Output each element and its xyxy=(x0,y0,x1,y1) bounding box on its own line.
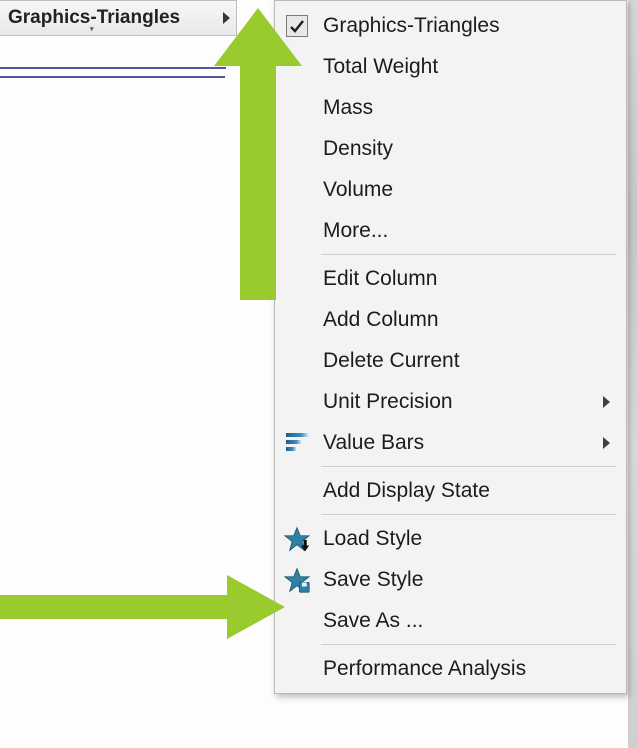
menu-item-label: Performance Analysis xyxy=(317,657,610,681)
menu-item-label: Delete Current xyxy=(317,349,610,373)
menu-item-add-display-state[interactable]: Add Display State xyxy=(277,470,624,511)
submenu-arrow-icon xyxy=(223,12,230,24)
menu-item-label: More... xyxy=(317,219,610,243)
column-header-label: Graphics-Triangles xyxy=(8,7,180,29)
save-style-icon xyxy=(284,567,310,593)
header-rule xyxy=(0,76,225,78)
menu-item-total-weight[interactable]: Total Weight xyxy=(277,46,624,87)
menu-item-load-style[interactable]: Load Style xyxy=(277,518,624,559)
menu-separator xyxy=(321,644,616,645)
menu-item-edit-column[interactable]: Edit Column xyxy=(277,258,624,299)
submenu-arrow-icon xyxy=(603,437,610,449)
menu-item-unit-precision[interactable]: Unit Precision xyxy=(277,381,624,422)
menu-item-label: Add Column xyxy=(317,308,610,332)
menu-item-volume[interactable]: Volume xyxy=(277,169,624,210)
menu-item-save-style[interactable]: Save Style xyxy=(277,559,624,600)
menu-separator xyxy=(321,514,616,515)
checked-icon xyxy=(286,15,308,37)
menu-separator xyxy=(321,254,616,255)
menu-separator xyxy=(321,466,616,467)
menu-item-label: Total Weight xyxy=(317,55,610,79)
menu-item-label: Add Display State xyxy=(317,479,610,503)
menu-item-delete-current[interactable]: Delete Current xyxy=(277,340,624,381)
context-menu: Graphics-Triangles Total Weight Mass Densit… xyxy=(274,0,627,694)
menu-item-label: Save Style xyxy=(317,568,610,592)
menu-item-density[interactable]: Density xyxy=(277,128,624,169)
load-style-icon xyxy=(284,526,310,552)
menu-item-label: Value Bars xyxy=(317,431,603,455)
header-rule xyxy=(0,67,226,69)
value-bars-icon xyxy=(286,433,308,453)
annotation-arrow-right xyxy=(0,575,285,639)
menu-item-mass[interactable]: Mass xyxy=(277,87,624,128)
menu-item-label: Save As ... xyxy=(317,609,610,633)
menu-item-performance-analysis[interactable]: Performance Analysis xyxy=(277,648,624,689)
menu-item-label: Density xyxy=(317,137,610,161)
window-edge xyxy=(628,0,637,748)
column-header[interactable]: Graphics-Triangles ▾ xyxy=(0,0,237,36)
dropdown-indicator-icon: ▾ xyxy=(90,25,94,33)
menu-item-more[interactable]: More... xyxy=(277,210,624,251)
menu-item-add-column[interactable]: Add Column xyxy=(277,299,624,340)
submenu-arrow-icon xyxy=(603,396,610,408)
menu-item-label: Unit Precision xyxy=(317,390,603,414)
menu-item-save-as[interactable]: Save As ... xyxy=(277,600,624,641)
menu-item-label: Mass xyxy=(317,96,610,120)
menu-item-label: Edit Column xyxy=(317,267,610,291)
menu-item-graphics-triangles[interactable]: Graphics-Triangles xyxy=(277,5,624,46)
menu-item-label: Volume xyxy=(317,178,610,202)
menu-item-value-bars[interactable]: Value Bars xyxy=(277,422,624,463)
menu-item-label: Graphics-Triangles xyxy=(317,14,610,38)
menu-item-label: Load Style xyxy=(317,527,610,551)
